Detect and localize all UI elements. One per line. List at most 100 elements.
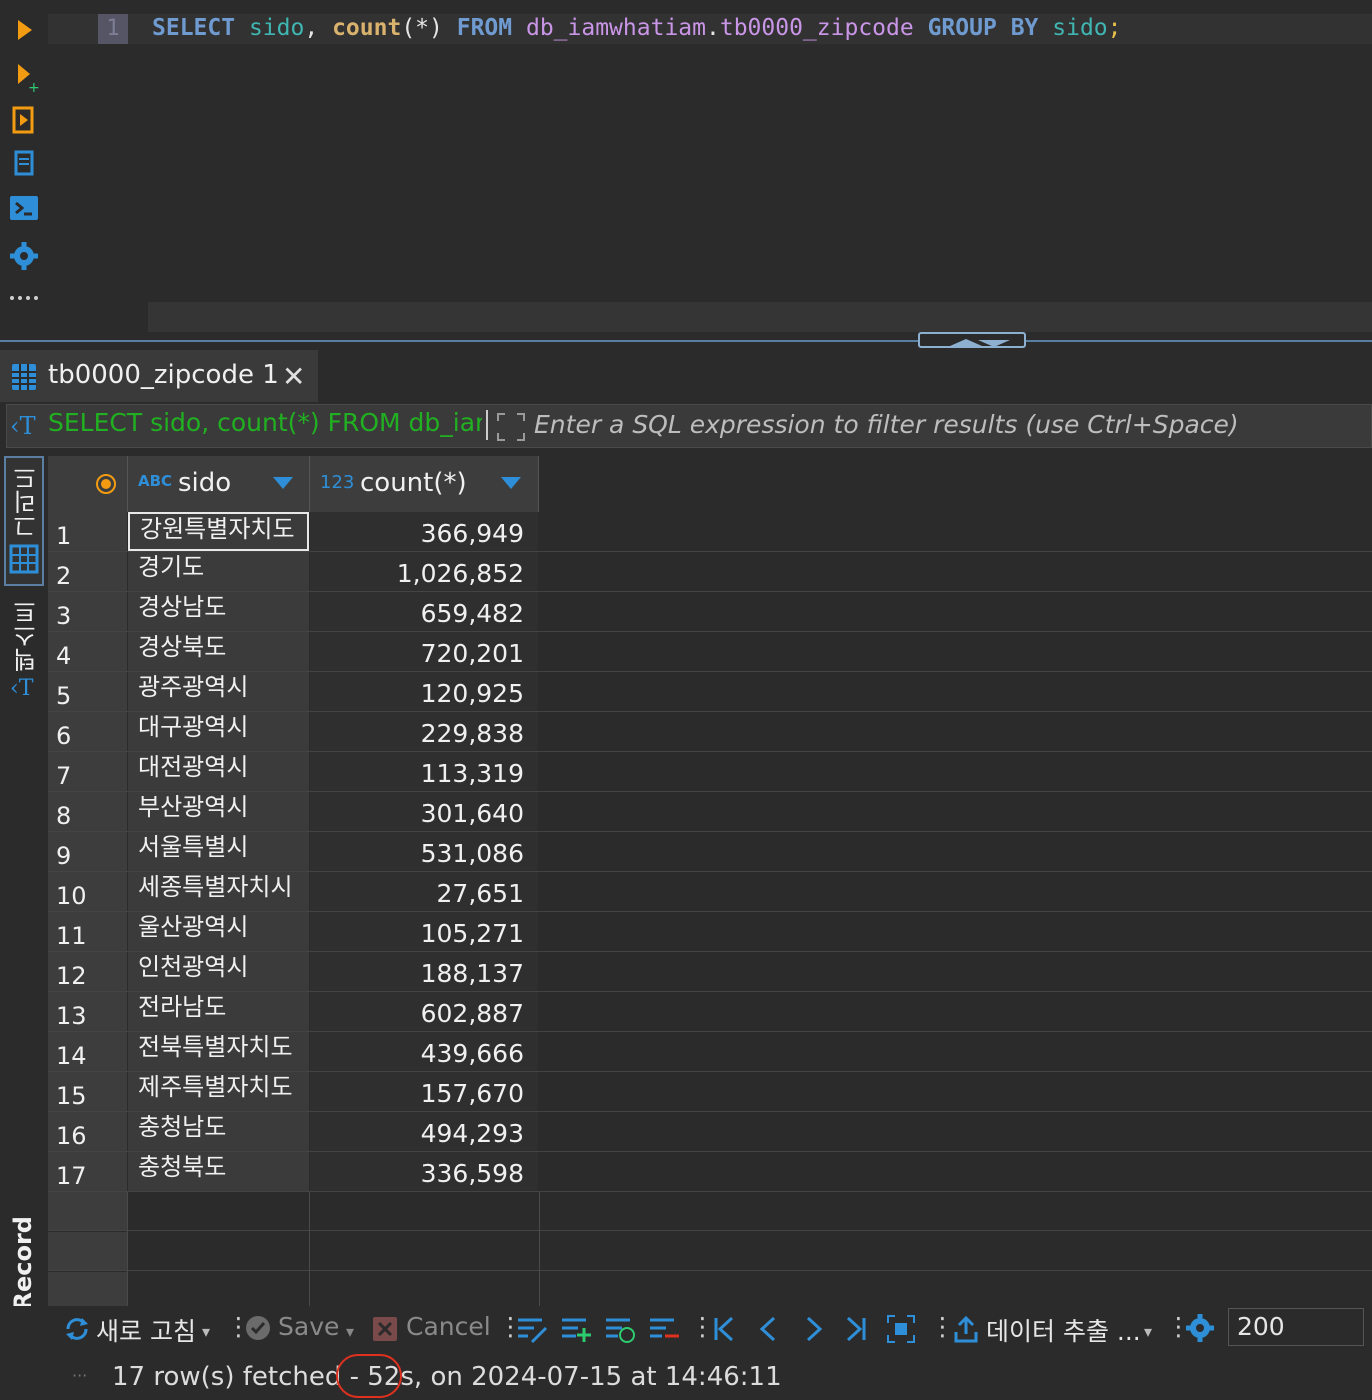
copy-row-icon[interactable] (604, 1314, 636, 1344)
cell-sido[interactable]: 대구광역시 (128, 712, 309, 751)
sql-table: tb0000_zipcode (719, 15, 914, 41)
more-icon[interactable] (8, 282, 40, 314)
column-header-sido[interactable]: ABC sido (128, 456, 310, 512)
cell-count[interactable]: 188,137 (310, 952, 538, 991)
previous-page-icon[interactable] (756, 1316, 782, 1342)
cell-count[interactable]: 27,651 (310, 872, 538, 911)
delete-row-icon[interactable] (648, 1314, 680, 1344)
terminal-icon[interactable] (8, 192, 40, 224)
row-number[interactable]: 6 (48, 712, 127, 751)
row-number[interactable]: 16 (48, 1112, 127, 1151)
sql-editor[interactable]: 1 SELECT sido, count(*) FROM db_iamwhati… (48, 0, 1372, 332)
cell-sido[interactable]: 서울특별시 (128, 832, 309, 871)
settings-gear-icon[interactable] (8, 240, 40, 272)
sort-dropdown-icon[interactable] (500, 476, 522, 490)
sort-dropdown-icon[interactable] (272, 476, 294, 490)
cell-sido[interactable]: 제주특별자치도 (128, 1072, 309, 1111)
last-page-icon[interactable] (842, 1316, 868, 1342)
refresh-icon[interactable] (62, 1314, 92, 1344)
export-data-button[interactable]: 데이터 추출 ... (986, 1312, 1141, 1348)
numeric-type-icon: 123 (320, 472, 355, 493)
cell-sido[interactable]: 충청남도 (128, 1112, 309, 1151)
cell-sido[interactable]: 인천광역시 (128, 952, 309, 991)
sql-statement[interactable]: SELECT sido, count(*) FROM db_iamwhatiam… (152, 12, 1122, 44)
cell-sido[interactable]: 울산광역시 (128, 912, 309, 951)
row-number[interactable]: 7 (48, 752, 127, 791)
cell-sido[interactable]: 충청북도 (128, 1152, 309, 1191)
cell-sido[interactable]: 광주광역시 (128, 672, 309, 711)
row-number[interactable]: 14 (48, 1032, 127, 1071)
row-number[interactable]: 11 (48, 912, 127, 951)
row-number[interactable]: 8 (48, 792, 127, 831)
explain-plan-icon[interactable] (8, 148, 40, 180)
next-page-icon[interactable] (800, 1316, 826, 1342)
cell-count[interactable]: 113,319 (310, 752, 538, 791)
export-upload-icon[interactable] (952, 1314, 980, 1344)
refresh-dropdown-icon[interactable]: ▾ (202, 1322, 210, 1341)
first-page-icon[interactable] (712, 1316, 738, 1342)
cell-sido[interactable]: 전라남도 (128, 992, 309, 1031)
cell-sido[interactable]: 대전광역시 (128, 752, 309, 791)
cell-count[interactable]: 494,293 (310, 1112, 538, 1151)
fetch-all-icon[interactable] (886, 1314, 916, 1344)
cell-count[interactable]: 301,640 (310, 792, 538, 831)
column-header-count[interactable]: 123 count(*) (310, 456, 539, 512)
column-name: count(*) (360, 468, 467, 498)
edit-row-icon[interactable] (516, 1314, 548, 1344)
text-tab[interactable]: 텍스트 (9, 600, 44, 672)
cell-count[interactable]: 1,026,852 (310, 552, 538, 591)
cell-count[interactable]: 105,271 (310, 912, 538, 951)
cell-sido[interactable]: 전북특별자치도 (128, 1032, 309, 1071)
row-number[interactable]: 3 (48, 592, 127, 631)
cell-count[interactable]: 659,482 (310, 592, 538, 631)
row-number[interactable]: 2 (48, 552, 127, 591)
row-number[interactable]: 1 (48, 512, 127, 551)
cell-count[interactable]: 157,670 (310, 1072, 538, 1111)
cell-sido[interactable]: 부산광역시 (128, 792, 309, 831)
row-number[interactable]: 12 (48, 952, 127, 991)
cell-count[interactable]: 120,925 (310, 672, 538, 711)
sql-comma: , (304, 15, 319, 41)
filter-query-text[interactable]: SELECT sido, count(*) FROM db_iar (48, 408, 482, 437)
save-dropdown-icon[interactable]: ▾ (346, 1322, 354, 1341)
splitter-toggle-handle[interactable] (918, 332, 1026, 348)
cell-count[interactable]: 720,201 (310, 632, 538, 671)
column-divider (127, 1192, 128, 1306)
refresh-button[interactable]: 새로 고침 (96, 1312, 196, 1348)
cell-count[interactable]: 531,086 (310, 832, 538, 871)
editor-horizontal-scrollbar[interactable] (148, 302, 1372, 332)
results-settings-gear-icon[interactable] (1184, 1312, 1216, 1344)
cell-count[interactable]: 366,949 (310, 512, 538, 551)
fetch-size-input[interactable]: 200 (1228, 1308, 1364, 1346)
row-number[interactable]: 10 (48, 872, 127, 911)
cell-count[interactable]: 602,887 (310, 992, 538, 1031)
select-all-icon[interactable] (94, 472, 118, 496)
filter-input[interactable]: Enter a SQL expression to filter results… (534, 410, 1239, 439)
execute-statement-icon[interactable] (8, 14, 40, 46)
row-number[interactable]: 17 (48, 1152, 127, 1191)
execute-script-icon[interactable] (8, 104, 40, 136)
cell-count[interactable]: 439,666 (310, 1032, 538, 1071)
cell-sido[interactable]: 경상남도 (128, 592, 309, 631)
record-tab[interactable]: Record (9, 1216, 37, 1311)
save-button[interactable]: Save (278, 1312, 339, 1341)
execute-new-tab-icon[interactable]: + (8, 60, 40, 92)
row-number[interactable]: 4 (48, 632, 127, 671)
row-number[interactable]: 9 (48, 832, 127, 871)
cell-sido[interactable]: 경상북도 (128, 632, 309, 671)
close-tab-icon[interactable]: ✕ (282, 360, 305, 393)
cell-count[interactable]: 336,598 (310, 1152, 538, 1191)
expand-filter-icon[interactable] (496, 412, 526, 442)
status-more-icon[interactable]: ··· (72, 1366, 87, 1385)
row-number[interactable]: 5 (48, 672, 127, 711)
cell-sido[interactable]: 강원특별자치도 (128, 512, 309, 551)
cell-sido[interactable]: 세종특별자치시 (128, 872, 309, 911)
cell-sido[interactable]: 경기도 (128, 552, 309, 591)
export-dropdown-icon[interactable]: ▾ (1144, 1322, 1152, 1341)
add-row-icon[interactable] (560, 1314, 592, 1344)
row-number-header[interactable] (48, 456, 128, 512)
row-number[interactable]: 15 (48, 1072, 127, 1111)
row-number[interactable]: 13 (48, 992, 127, 1031)
cell-count[interactable]: 229,838 (310, 712, 538, 751)
cancel-button[interactable]: Cancel (406, 1312, 491, 1341)
